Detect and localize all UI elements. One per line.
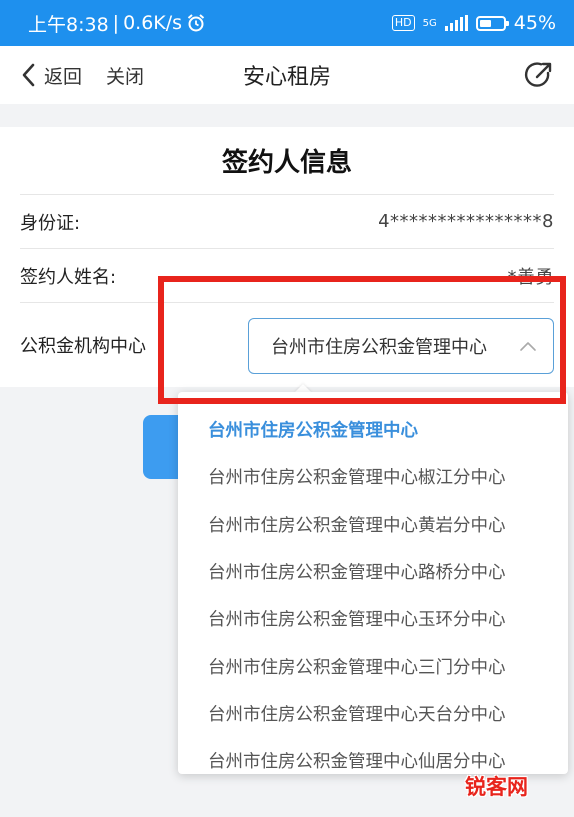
dropdown-option[interactable]: 台州市住房公积金管理中心三门分中心 (178, 642, 568, 689)
id-card-value: 4****************8 (378, 211, 554, 232)
signer-name-row: 签约人姓名: *善勇 (20, 249, 554, 303)
fund-center-dropdown: 台州市住房公积金管理中心 台州市住房公积金管理中心椒江分中心 台州市住房公积金管理中… (178, 392, 568, 774)
status-bar: 上午8:38 | 0.6K/s HD 5G 45% (0, 0, 574, 46)
fund-center-row: 公积金机构中心 台州市住房公积金管理中心 (20, 303, 554, 387)
signer-name-value: *善勇 (507, 266, 554, 288)
fund-center-label: 公积金机构中心 (20, 336, 146, 357)
dropdown-option[interactable]: 台州市住房公积金管理中心路桥分中心 (178, 548, 568, 595)
hd-badge: HD (391, 15, 415, 31)
page-title: 安心租房 (242, 65, 331, 90)
nav-bar: 返回 关闭 安心租房 (0, 46, 574, 104)
chevron-left-icon (22, 63, 35, 87)
battery-level: 45% (513, 12, 556, 34)
back-button[interactable]: 返回 (20, 62, 82, 89)
dropdown-option[interactable]: 台州市住房公积金管理中心 (178, 406, 568, 453)
chevron-up-icon (520, 342, 536, 351)
fund-center-selected-value: 台州市住房公积金管理中心 (271, 337, 487, 358)
dropdown-list: 台州市住房公积金管理中心 台州市住房公积金管理中心椒江分中心 台州市住房公积金管理中… (178, 392, 568, 774)
status-left: 上午8:38 | 0.6K/s (28, 10, 206, 37)
dropdown-option[interactable]: 台州市住房公积金管理中心天台分中心 (178, 690, 568, 737)
fund-center-select[interactable]: 台州市住房公积金管理中心 (248, 318, 554, 374)
dropdown-option[interactable]: 台州市住房公积金管理中心玉环分中心 (178, 595, 568, 642)
dropdown-option[interactable]: 台州市住房公积金管理中心仙居分中心 (178, 737, 568, 774)
dropdown-option[interactable]: 台州市住房公积金管理中心椒江分中心 (178, 453, 568, 500)
share-icon[interactable] (524, 60, 554, 90)
back-label: 返回 (44, 65, 83, 88)
watermark: 锐客网 (465, 775, 528, 799)
id-card-row: 身份证: 4****************8 (20, 195, 554, 249)
signal-icon (444, 15, 468, 31)
close-button[interactable]: 关闭 (106, 62, 144, 89)
id-card-label: 身份证: (20, 212, 81, 234)
signer-name-label: 签约人姓名: (20, 266, 117, 288)
alarm-icon (187, 14, 205, 32)
card-title: 签约人信息 (20, 127, 554, 195)
status-divider: | (112, 12, 120, 34)
dropdown-option[interactable]: 台州市住房公积金管理中心黄岩分中心 (178, 501, 568, 548)
battery-icon (475, 15, 509, 31)
status-net-speed: 0.6K/s (123, 12, 183, 34)
status-right: HD 5G 45% (391, 12, 556, 34)
status-time: 上午8:38 (28, 13, 109, 36)
signer-info-card: 签约人信息 身份证: 4****************8 签约人姓名: *善勇… (0, 127, 574, 387)
network-type: 5G (422, 17, 437, 29)
